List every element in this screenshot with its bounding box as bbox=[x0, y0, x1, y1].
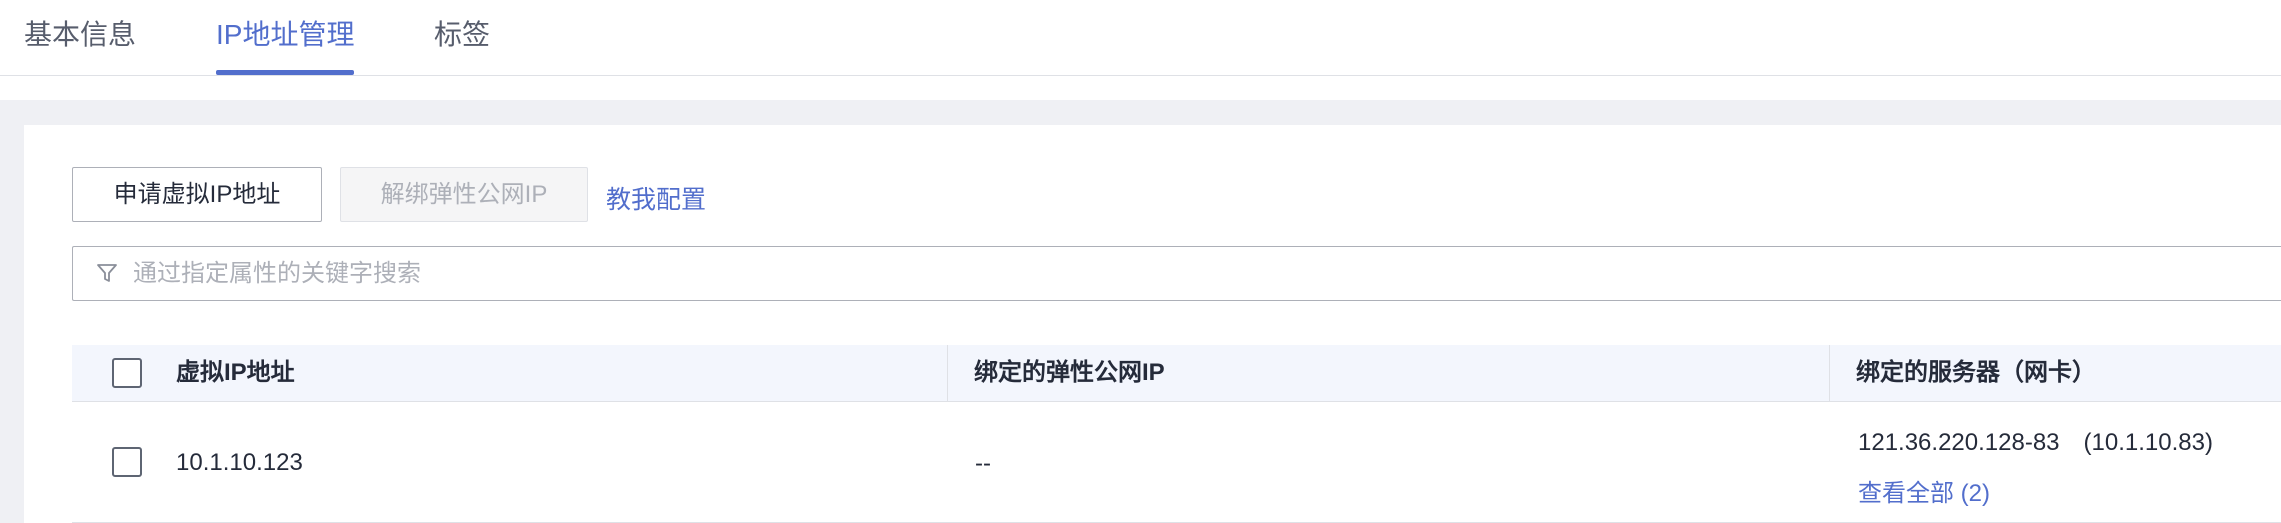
virtual-ip-value: 10.1.10.123 bbox=[176, 449, 303, 476]
search-input[interactable] bbox=[133, 247, 2233, 300]
row-checkbox[interactable] bbox=[112, 447, 142, 477]
filter-icon bbox=[97, 264, 117, 282]
tab-ip-management[interactable]: IP地址管理 bbox=[216, 0, 355, 75]
select-all-checkbox[interactable] bbox=[112, 358, 142, 388]
apply-virtual-ip-button[interactable]: 申请虚拟IP地址 bbox=[72, 167, 322, 222]
header-virtual-ip: 虚拟IP地址 bbox=[176, 359, 295, 386]
header-server: 绑定的服务器（网卡） bbox=[1856, 359, 2096, 386]
server-value: 121.36.220.128-83 (10.1.10.83) bbox=[1858, 429, 2213, 456]
table-row: 10.1.10.123 -- 121.36.220.128-83 (10.1.1… bbox=[72, 402, 2281, 523]
view-all-link[interactable]: 查看全部 (2) bbox=[1858, 473, 1990, 508]
tab-basic-info[interactable]: 基本信息 bbox=[24, 0, 136, 75]
table-header: 虚拟IP地址 绑定的弹性公网IP 绑定的服务器（网卡） bbox=[72, 345, 2281, 402]
eip-value: -- bbox=[975, 450, 991, 477]
help-config-link[interactable]: 教我配置 bbox=[606, 180, 706, 216]
tab-bar: 基本信息 IP地址管理 标签 bbox=[0, 0, 2281, 76]
column-divider[interactable] bbox=[1829, 345, 1830, 401]
unbind-eip-button[interactable]: 解绑弹性公网IP bbox=[340, 167, 588, 222]
header-eip: 绑定的弹性公网IP bbox=[974, 359, 1165, 386]
column-divider[interactable] bbox=[947, 345, 948, 401]
search-box[interactable] bbox=[72, 246, 2281, 301]
tab-tags[interactable]: 标签 bbox=[434, 0, 490, 75]
